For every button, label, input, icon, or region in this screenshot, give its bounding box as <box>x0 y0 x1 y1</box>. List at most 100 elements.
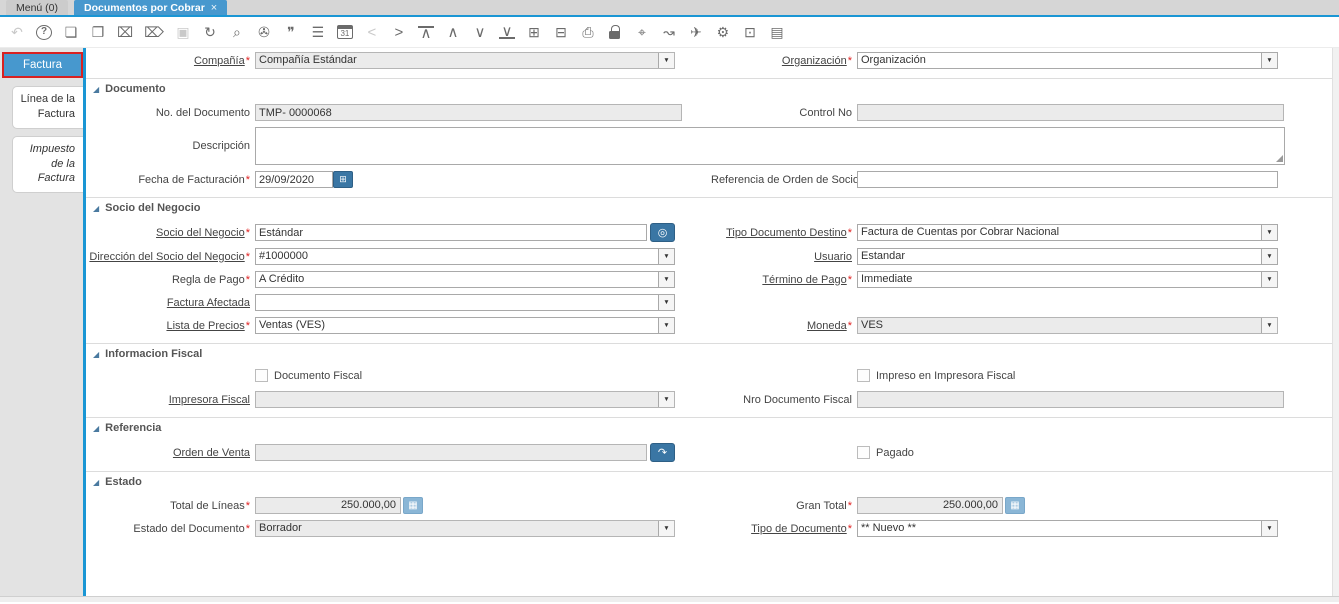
control-no-label: Control No <box>799 106 852 119</box>
chevron-down-icon[interactable]: ▼ <box>1261 521 1277 536</box>
fecha-facturacion-label: Fecha de Facturación* <box>138 173 250 186</box>
collapse-icon[interactable]: ◢ <box>93 350 99 359</box>
vertical-scrollbar[interactable] <box>1332 48 1339 596</box>
grid-toggle-icon[interactable]: ☰ <box>310 24 326 41</box>
calendar-icon[interactable]: 31 <box>336 25 353 39</box>
tab-documentos-por-cobrar[interactable]: Documentos por Cobrar × <box>74 0 228 15</box>
moneda-select[interactable]: VES ▼ <box>857 317 1278 334</box>
search-icon[interactable]: ◎ <box>650 223 675 242</box>
lista-precios-select[interactable]: Ventas (VES) ▼ <box>255 317 675 334</box>
usuario-select[interactable]: Estandar ▼ <box>857 248 1278 265</box>
chevron-down-icon[interactable]: ▼ <box>1261 249 1277 264</box>
chevron-down-icon[interactable]: ▼ <box>1261 53 1277 68</box>
impresora-fiscal-select[interactable]: ▼ <box>255 391 675 408</box>
estado-documento-select[interactable]: Borrador ▼ <box>255 520 675 537</box>
zoom-across-icon[interactable]: ↷ <box>650 443 675 462</box>
tipo-documento-label: Tipo de Documento* <box>751 522 852 535</box>
send-icon[interactable]: ✈ <box>688 24 704 41</box>
regla-pago-select[interactable]: A Crédito ▼ <box>255 271 675 288</box>
collapse-icon[interactable]: ◢ <box>93 204 99 213</box>
last-record-icon[interactable]: ∨ <box>498 24 515 39</box>
descripcion-field[interactable] <box>255 127 1285 165</box>
detail-record-icon[interactable]: ∨ <box>472 24 488 41</box>
sidebar-tab-linea-factura[interactable]: Línea de la Factura <box>12 86 83 129</box>
organizacion-label: Organización* <box>781 54 852 67</box>
chevron-down-icon[interactable]: ▼ <box>1261 318 1277 333</box>
sidebar-tab-factura[interactable]: Factura <box>2 52 83 78</box>
delete-selection-icon[interactable]: ⌦ <box>144 24 164 41</box>
fecha-facturacion-field[interactable] <box>255 171 333 188</box>
find-icon[interactable]: ⌕ <box>229 24 245 41</box>
tipo-documento-select[interactable]: ** Nuevo ** ▼ <box>857 520 1278 537</box>
print-icon[interactable]: ⎙ <box>580 24 596 41</box>
zoom-across-icon[interactable]: ⌖ <box>634 24 650 41</box>
documento-fiscal-label: Documento Fiscal <box>274 369 363 382</box>
impreso-impresora-label: Impreso en Impresora Fiscal <box>876 369 1016 382</box>
collapse-icon[interactable]: ◢ <box>93 424 99 433</box>
chevron-down-icon[interactable]: ▼ <box>658 392 674 407</box>
impresora-fiscal-label: Impresora Fiscal <box>168 393 250 406</box>
tab-menu[interactable]: Menú (0) <box>6 0 69 15</box>
documento-fiscal-checkbox[interactable] <box>255 369 268 382</box>
referencia-orden-field[interactable] <box>857 171 1278 188</box>
calculator-icon[interactable]: ▦ <box>403 497 423 514</box>
lock-icon[interactable] <box>607 24 623 41</box>
archive-icon[interactable]: ⊟ <box>553 24 569 41</box>
chevron-down-icon[interactable]: ▼ <box>658 521 674 536</box>
chevron-down-icon[interactable]: ▼ <box>658 53 674 68</box>
save-icon: ▣ <box>176 24 190 40</box>
impreso-impresora-checkbox[interactable] <box>857 369 870 382</box>
attachment-icon[interactable]: ✇ <box>256 24 272 41</box>
calendar-icon[interactable]: ⊞ <box>333 171 353 188</box>
sidebar: Factura Línea de la Factura Impuesto de … <box>0 48 86 596</box>
copy-record-icon[interactable]: ❐ <box>90 24 106 41</box>
next-record-icon[interactable]: > <box>391 24 407 41</box>
compania-label: Compañía* <box>193 54 250 67</box>
chevron-down-icon[interactable]: ▼ <box>658 272 674 287</box>
product-info-icon[interactable]: ⊡ <box>742 24 758 41</box>
chevron-down-icon[interactable]: ▼ <box>658 249 674 264</box>
lista-precios-label: Lista de Precios* <box>166 319 250 332</box>
total-lineas-field: 250.000,00 <box>255 497 401 514</box>
section-estado: ◢ Estado <box>86 471 1339 490</box>
pagado-checkbox[interactable] <box>857 446 870 459</box>
collapse-icon[interactable]: ◢ <box>93 85 99 94</box>
descripcion-label: Descripción <box>192 140 250 152</box>
report-icon[interactable]: ⊞ <box>526 24 542 41</box>
close-icon[interactable]: × <box>211 2 217 14</box>
parent-record-icon[interactable]: ∧ <box>445 24 461 41</box>
undo-icon: ↶ <box>11 24 23 40</box>
direccion-socio-select[interactable]: #1000000 ▼ <box>255 248 675 265</box>
socio-negocio-label: Socio del Negocio* <box>156 226 250 239</box>
control-no-field <box>857 104 1284 121</box>
compania-select[interactable]: Compañía Estándar ▼ <box>255 52 675 69</box>
gran-total-field: 250.000,00 <box>857 497 1003 514</box>
preferences-icon[interactable]: ⚙ <box>715 24 731 41</box>
orden-venta-label: Orden de Venta <box>172 446 250 459</box>
collapse-icon[interactable]: ◢ <box>93 478 99 487</box>
new-record-icon[interactable]: ❏ <box>63 24 79 41</box>
tipo-doc-destino-select[interactable]: Factura de Cuentas por Cobrar Nacional ▼ <box>857 224 1278 241</box>
delete-record-icon[interactable]: ⌧ <box>117 24 133 41</box>
chat-icon[interactable]: ❞ <box>283 24 299 41</box>
chevron-down-icon[interactable]: ▼ <box>1261 225 1277 240</box>
chevron-down-icon[interactable]: ▼ <box>1261 272 1277 287</box>
socio-negocio-field[interactable] <box>255 224 647 241</box>
first-record-icon[interactable]: ∧ <box>417 25 434 41</box>
chevron-down-icon[interactable]: ▼ <box>658 295 674 310</box>
customize-window-icon[interactable]: ▤ <box>769 24 785 41</box>
workflow-icon[interactable]: ↝ <box>661 24 677 41</box>
organizacion-select[interactable]: Organización ▼ <box>857 52 1278 69</box>
regla-pago-label: Regla de Pago* <box>171 273 250 286</box>
refresh-icon[interactable]: ↻ <box>202 24 218 41</box>
tab-documentos-label: Documentos por Cobrar <box>84 2 205 14</box>
chevron-down-icon[interactable]: ▼ <box>658 318 674 333</box>
moneda-label: Moneda* <box>806 319 852 332</box>
calculator-icon[interactable]: ▦ <box>1005 497 1025 514</box>
factura-afectada-select[interactable]: ▼ <box>255 294 675 311</box>
sidebar-tab-impuesto-factura[interactable]: Impuesto de la Factura <box>12 135 83 194</box>
termino-pago-select[interactable]: Immediate ▼ <box>857 271 1278 288</box>
help-icon[interactable]: ? <box>36 24 52 40</box>
orden-venta-field <box>255 444 647 461</box>
termino-pago-label: Término de Pago* <box>762 273 852 286</box>
